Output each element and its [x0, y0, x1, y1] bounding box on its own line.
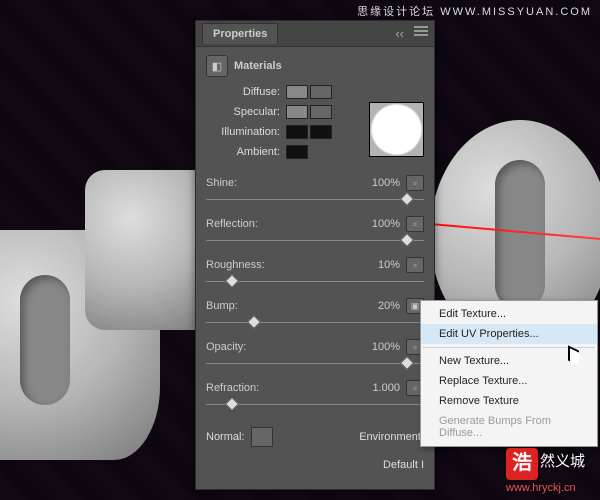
- roughness-tex-button[interactable]: ▫: [406, 257, 424, 273]
- ambient-swatch[interactable]: [286, 145, 308, 159]
- bump-label: Bump:: [206, 300, 358, 312]
- menu-edit-uv-properties[interactable]: Edit UV Properties...: [421, 324, 597, 344]
- ambient-label: Ambient:: [206, 146, 286, 158]
- diffuse-tex-swatch[interactable]: [310, 85, 332, 99]
- reflection-slider[interactable]: [206, 235, 424, 243]
- menu-new-texture[interactable]: New Texture...: [421, 351, 597, 371]
- default-label: Default I: [383, 459, 424, 471]
- panel-menu-icon[interactable]: [414, 26, 428, 36]
- menu-separator: [423, 347, 595, 348]
- watermark-logo: 浩 然义城 www.hryckj.cn: [506, 448, 596, 496]
- refraction-label: Refraction:: [206, 382, 358, 394]
- watermark-top: 思缘设计论坛 WWW.MISSYUAN.COM: [357, 3, 592, 19]
- menu-remove-texture[interactable]: Remove Texture: [421, 391, 597, 411]
- menu-replace-texture[interactable]: Replace Texture...: [421, 371, 597, 391]
- specular-label: Specular:: [206, 106, 286, 118]
- normal-swatch[interactable]: [251, 427, 273, 447]
- environment-label: Environment:: [359, 431, 424, 443]
- materials-section: ◧ Materials Diffuse: Specular: Illuminat…: [196, 47, 434, 171]
- material-icon[interactable]: ◧: [206, 55, 228, 77]
- chevron-left-icon[interactable]: ‹‹: [395, 26, 404, 41]
- section-title: Materials: [234, 60, 282, 72]
- shine-value[interactable]: 100%: [358, 177, 406, 189]
- roughness-value[interactable]: 10%: [358, 259, 406, 271]
- reflection-tex-button[interactable]: ▫: [406, 216, 424, 232]
- logo-badge: 浩: [506, 448, 538, 480]
- menu-generate-bumps: Generate Bumps From Diffuse...: [421, 411, 597, 443]
- specular-swatch[interactable]: [286, 105, 308, 119]
- reflection-label: Reflection:: [206, 218, 358, 230]
- opacity-value[interactable]: 100%: [358, 341, 406, 353]
- shine-label: Shine:: [206, 177, 358, 189]
- roughness-slider[interactable]: [206, 276, 424, 284]
- context-menu: Edit Texture... Edit UV Properties... Ne…: [420, 300, 598, 447]
- diffuse-swatch[interactable]: [286, 85, 308, 99]
- bump-value[interactable]: 20%: [358, 300, 406, 312]
- illumination-label: Illumination:: [206, 126, 286, 138]
- menu-edit-texture[interactable]: Edit Texture...: [421, 304, 597, 324]
- opacity-slider[interactable]: [206, 358, 424, 366]
- properties-tab[interactable]: Properties: [202, 23, 278, 44]
- shine-tex-button[interactable]: ▫: [406, 175, 424, 191]
- logo-url: www.hryckj.cn: [506, 482, 576, 494]
- refraction-slider[interactable]: [206, 399, 424, 407]
- shine-slider[interactable]: [206, 194, 424, 202]
- illumination-swatch[interactable]: [286, 125, 308, 139]
- normal-label: Normal:: [206, 431, 245, 443]
- sliders-section: Shine:100%▫ Reflection:100%▫ Roughness:1…: [196, 171, 434, 425]
- refraction-value[interactable]: 1.000: [358, 382, 406, 394]
- illumination-tex-swatch[interactable]: [310, 125, 332, 139]
- opacity-label: Opacity:: [206, 341, 358, 353]
- specular-tex-swatch[interactable]: [310, 105, 332, 119]
- reflection-value[interactable]: 100%: [358, 218, 406, 230]
- roughness-label: Roughness:: [206, 259, 358, 271]
- bump-slider[interactable]: [206, 317, 424, 325]
- diffuse-label: Diffuse:: [206, 86, 286, 98]
- properties-panel: Properties ‹‹ ◧ Materials Diffuse: Specu…: [195, 20, 435, 490]
- panel-header: Properties ‹‹: [196, 21, 434, 47]
- material-preview[interactable]: [369, 102, 424, 157]
- logo-text: 然义城: [540, 450, 585, 471]
